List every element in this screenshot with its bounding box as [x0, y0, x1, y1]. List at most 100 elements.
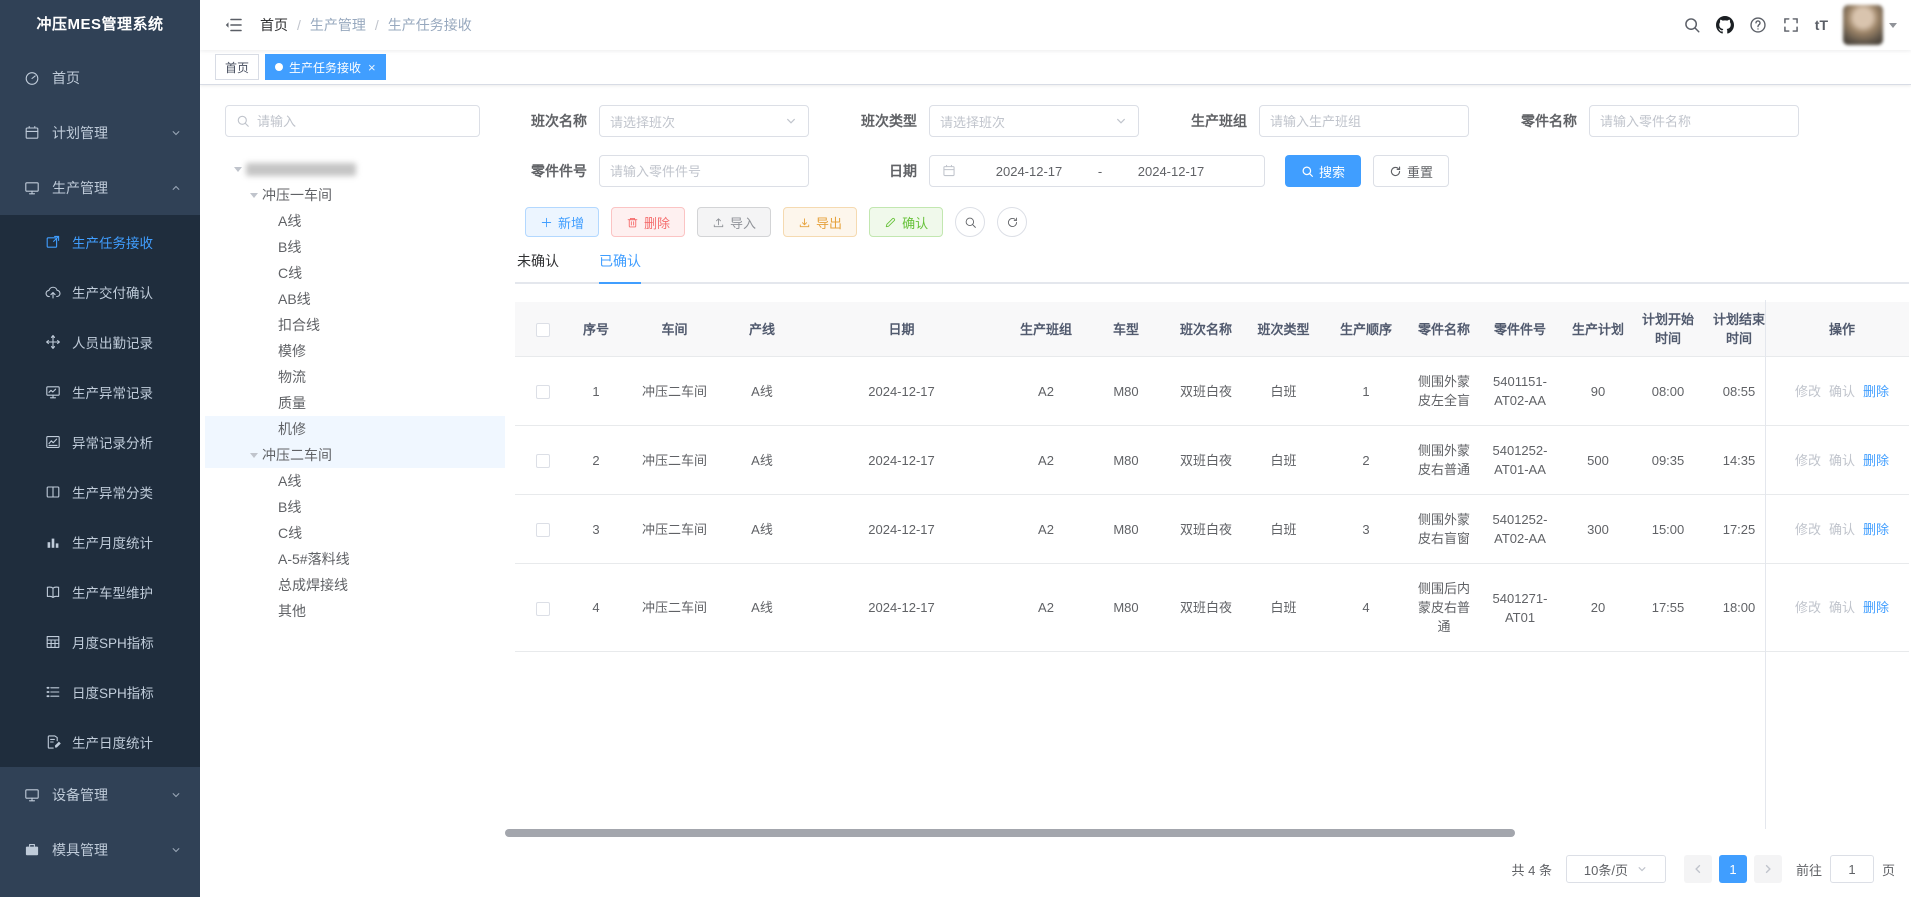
date-range-picker[interactable]: 2024-12-17 - 2024-12-17 [929, 155, 1265, 187]
sidebar-subitem-10[interactable]: 生产日度统计 [0, 717, 200, 767]
tab-unconfirmed[interactable]: 未确认 [517, 254, 559, 282]
sidebar-subitem-7[interactable]: 生产车型维护 [0, 567, 200, 617]
sidebar-subitem-9[interactable]: 日度SPH指标 [0, 667, 200, 717]
breadcrumb-item-production[interactable]: 生产管理 [310, 15, 366, 35]
tree-node-冲压二车间[interactable]: 冲压二车间 [205, 442, 505, 468]
filter-label: 零件件号 [515, 161, 587, 181]
danger-action-button[interactable]: 删除 [611, 207, 685, 237]
tree-node-其他[interactable]: 其他 [205, 598, 505, 624]
fullscreen-icon[interactable] [1782, 16, 1800, 34]
tree-node-C线[interactable]: C线 [205, 520, 505, 546]
success-action-button[interactable]: 确认 [869, 207, 943, 237]
user-menu[interactable] [1843, 5, 1897, 45]
row-op-edit[interactable]: 修改 [1795, 384, 1821, 399]
tree-node-A线[interactable]: A线 [205, 468, 505, 494]
tree-node-A线[interactable]: A线 [205, 208, 505, 234]
tree-node-质量[interactable]: 质量 [205, 390, 505, 416]
tree-node-B线[interactable]: B线 [205, 234, 505, 260]
goto-page-input[interactable] [1830, 855, 1874, 883]
tree-node-C线[interactable]: C线 [205, 260, 505, 286]
tree-node-物流[interactable]: 物流 [205, 364, 505, 390]
page-number-1[interactable]: 1 [1719, 855, 1747, 883]
breadcrumb-home[interactable]: 首页 [260, 15, 288, 35]
sidebar-item-2[interactable]: 生产管理 [0, 160, 200, 215]
toolbar-search-button[interactable] [955, 207, 985, 237]
table-cell: 17:55 [1633, 564, 1703, 652]
help-icon[interactable] [1749, 16, 1767, 34]
primary-action-button[interactable]: 新增 [525, 207, 599, 237]
row-op-confirm[interactable]: 确认 [1829, 453, 1855, 468]
row-op-edit[interactable]: 修改 [1795, 522, 1821, 537]
sidebar-subitem-2[interactable]: 人员出勤记录 [0, 317, 200, 367]
row-op-edit[interactable]: 修改 [1795, 453, 1821, 468]
tree-node-root[interactable] [205, 156, 505, 182]
row-checkbox[interactable] [536, 602, 550, 616]
search-button[interactable]: 搜索 [1285, 155, 1361, 187]
font-size-icon[interactable]: tT [1815, 16, 1828, 34]
info-action-button[interactable]: 导入 [697, 207, 771, 237]
next-page-button[interactable] [1754, 855, 1782, 883]
sidebar-item-1[interactable]: 计划管理 [0, 105, 200, 160]
tree-search-input[interactable] [257, 114, 469, 129]
tree-node-总成焊接线[interactable]: 总成焊接线 [205, 572, 505, 598]
prev-page-button[interactable] [1684, 855, 1712, 883]
select-all-checkbox[interactable] [536, 323, 550, 337]
toolbar-refresh-button[interactable] [997, 207, 1027, 237]
reset-button[interactable]: 重置 [1373, 155, 1449, 187]
row-op-delete[interactable]: 删除 [1863, 384, 1889, 399]
shift-type-select[interactable]: 请选择班次 [929, 105, 1139, 137]
horizontal-scrollbar[interactable] [505, 829, 1515, 837]
tree-node-扣合线[interactable]: 扣合线 [205, 312, 505, 338]
row-checkbox[interactable] [536, 523, 550, 537]
row-checkbox[interactable] [536, 454, 550, 468]
external-icon [45, 234, 61, 250]
sidebar-subitem-3[interactable]: 生产异常记录 [0, 367, 200, 417]
tab-confirmed[interactable]: 已确认 [599, 254, 641, 284]
header-checkbox-cell [515, 302, 570, 357]
tag-home[interactable]: 首页 [215, 54, 259, 80]
sidebar-item-3[interactable]: 设备管理 [0, 767, 200, 822]
warning-action-button[interactable]: 导出 [783, 207, 857, 237]
row-checkbox[interactable] [536, 385, 550, 399]
row-op-delete[interactable]: 删除 [1863, 600, 1889, 615]
team-input[interactable] [1270, 114, 1458, 129]
tree-caret-icon[interactable] [246, 187, 262, 203]
github-icon[interactable] [1716, 16, 1734, 34]
hamburger-icon[interactable] [224, 15, 244, 35]
page-size-select[interactable]: 10条/页 [1566, 855, 1666, 883]
sidebar-subitem-0[interactable]: 生产任务接收 [0, 217, 200, 267]
row-op-confirm[interactable]: 确认 [1829, 600, 1855, 615]
tree-node-模修[interactable]: 模修 [205, 338, 505, 364]
sidebar-subitem-4[interactable]: 异常记录分析 [0, 417, 200, 467]
sidebar-subitem-6[interactable]: 生产月度统计 [0, 517, 200, 567]
part-name-input[interactable] [1600, 114, 1788, 129]
avatar[interactable] [1843, 5, 1883, 45]
download-icon [798, 216, 811, 229]
columns-icon [45, 484, 61, 500]
sidebar-subitem-1[interactable]: 生产交付确认 [0, 267, 200, 317]
tree-node-冲压一车间[interactable]: 冲压一车间 [205, 182, 505, 208]
row-op-edit[interactable]: 修改 [1795, 600, 1821, 615]
sidebar-item-0[interactable]: 首页 [0, 50, 200, 105]
tree-node-AB线[interactable]: AB线 [205, 286, 505, 312]
toolbar: 新增删除导入导出确认 [515, 207, 1909, 237]
tree-node-机修[interactable]: 机修 [205, 416, 505, 442]
shift-name-select[interactable]: 请选择班次 [599, 105, 809, 137]
row-op-confirm[interactable]: 确认 [1829, 384, 1855, 399]
part-no-input[interactable] [610, 164, 798, 179]
tree-node-A-5#落料线[interactable]: A-5#落料线 [205, 546, 505, 572]
tag-current[interactable]: 生产任务接收 × [265, 54, 386, 80]
search-icon[interactable] [1683, 16, 1701, 34]
date-start-value[interactable]: 2024-12-17 [970, 164, 1088, 179]
sidebar-subitem-8[interactable]: 月度SPH指标 [0, 617, 200, 667]
row-op-delete[interactable]: 删除 [1863, 522, 1889, 537]
tree-caret-icon[interactable] [230, 161, 246, 177]
sidebar-subitem-5[interactable]: 生产异常分类 [0, 467, 200, 517]
close-icon[interactable]: × [368, 61, 376, 74]
sidebar-item-4[interactable]: 模具管理 [0, 822, 200, 877]
tree-caret-icon[interactable] [246, 447, 262, 463]
date-end-value[interactable]: 2024-12-17 [1112, 164, 1230, 179]
tree-node-B线[interactable]: B线 [205, 494, 505, 520]
row-op-confirm[interactable]: 确认 [1829, 522, 1855, 537]
row-op-delete[interactable]: 删除 [1863, 453, 1889, 468]
